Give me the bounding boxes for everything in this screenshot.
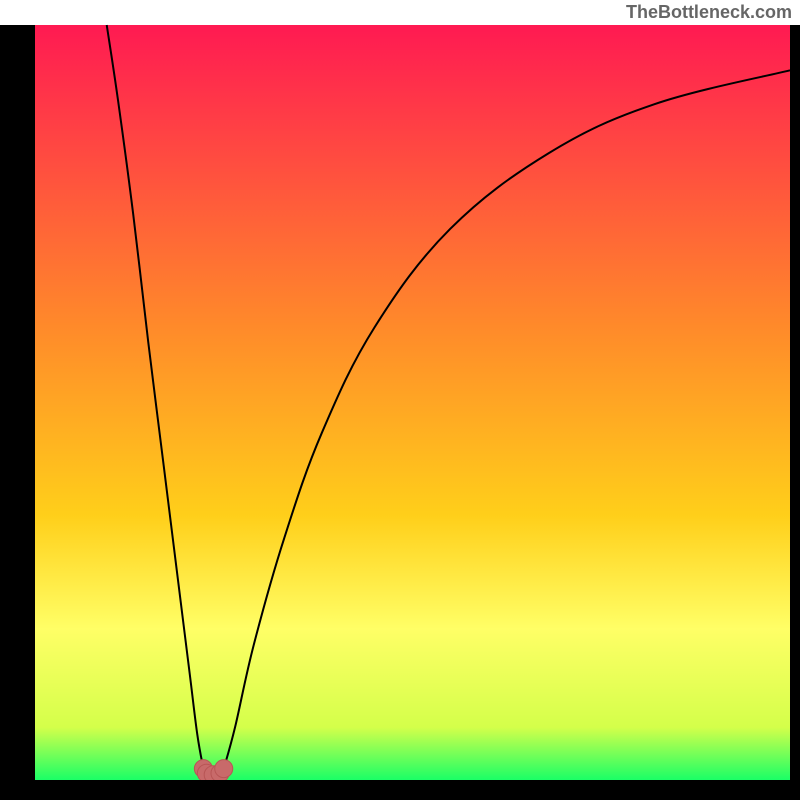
border-left bbox=[0, 25, 35, 800]
border-right bbox=[790, 25, 800, 800]
watermark-text: TheBottleneck.com bbox=[626, 2, 792, 23]
border-bottom bbox=[0, 780, 800, 800]
plot-background bbox=[35, 25, 790, 780]
chart-container bbox=[0, 0, 800, 800]
minimum-marker bbox=[215, 760, 233, 778]
bottleneck-chart bbox=[0, 0, 800, 800]
